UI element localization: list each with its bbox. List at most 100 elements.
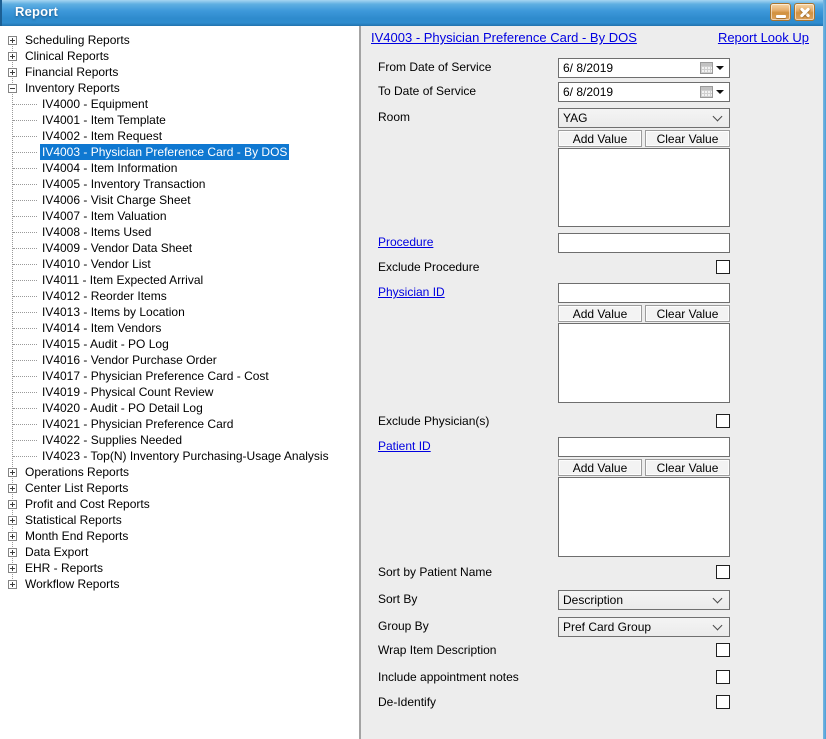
expand-plus-icon[interactable] [8,516,17,525]
minimize-icon [776,15,786,18]
tree-item[interactable]: IV4020 - Audit - PO Detail Log [0,400,359,416]
group-by-label: Group By [378,617,429,636]
expand-plus-icon[interactable] [8,52,17,61]
tree-connector-line [13,280,37,281]
tree-item-label: Profit and Cost Reports [23,496,152,512]
expand-plus-icon[interactable] [8,68,17,77]
room-dropdown[interactable]: YAG [558,108,730,128]
tree-item[interactable]: IV4019 - Physical Count Review [0,384,359,400]
from-date-picker[interactable]: 6/ 8/2019 [558,58,730,78]
tree-item[interactable]: IV4014 - Item Vendors [0,320,359,336]
sort-by-dropdown[interactable]: Description [558,590,730,610]
tree-item-label: IV4023 - Top(N) Inventory Purchasing-Usa… [40,448,331,464]
tree-item[interactable]: IV4011 - Item Expected Arrival [0,272,359,288]
tree-item[interactable]: EHR - Reports [0,560,359,576]
minimize-button[interactable] [770,3,791,21]
room-clear-value-button[interactable]: Clear Value [645,130,730,147]
group-by-value: Pref Card Group [559,620,651,634]
tree-item[interactable]: IV4021 - Physician Preference Card [0,416,359,432]
tree-connector-line [13,200,37,201]
tree-item[interactable]: Financial Reports [0,64,359,80]
collapse-minus-icon[interactable] [8,84,17,93]
tree-item[interactable]: Center List Reports [0,480,359,496]
tree-connector-line [13,136,37,137]
expand-plus-icon[interactable] [8,548,17,557]
title-bar: Report [0,0,826,26]
tree-item[interactable]: Inventory Reports [0,80,359,96]
dropdown-arrow-icon[interactable] [716,90,724,94]
tree-connector-line [13,392,37,393]
tree-item[interactable]: Statistical Reports [0,512,359,528]
window-title: Report [15,4,58,19]
tree-item[interactable]: IV4016 - Vendor Purchase Order [0,352,359,368]
expand-plus-icon[interactable] [8,580,17,589]
expand-plus-icon[interactable] [8,36,17,45]
patient-add-value-button[interactable]: Add Value [558,459,642,476]
tree-item-label: Statistical Reports [23,512,124,528]
tree-item[interactable]: Operations Reports [0,464,359,480]
physician-add-value-button[interactable]: Add Value [558,305,642,322]
sort-by-patient-name-checkbox[interactable] [716,565,730,579]
tree-item[interactable]: Data Export [0,544,359,560]
tree-item-label: Inventory Reports [23,80,122,96]
patient-id-input[interactable] [558,437,730,457]
include-appointment-notes-checkbox[interactable] [716,670,730,684]
expand-plus-icon[interactable] [8,564,17,573]
dropdown-arrow-icon[interactable] [716,66,724,70]
to-date-picker[interactable]: 6/ 8/2019 [558,82,730,102]
tree-item[interactable]: IV4000 - Equipment [0,96,359,112]
procedure-input[interactable] [558,233,730,253]
de-identify-checkbox[interactable] [716,695,730,709]
tree-item[interactable]: IV4013 - Items by Location [0,304,359,320]
tree-connector-line [13,168,37,169]
report-lookup-link[interactable]: Report Look Up [718,30,809,45]
room-selected-listbox[interactable] [558,148,730,227]
wrap-item-description-checkbox[interactable] [716,643,730,657]
expand-plus-icon[interactable] [8,500,17,509]
physician-id-input[interactable] [558,283,730,303]
report-title-link[interactable]: IV4003 - Physician Preference Card - By … [371,30,637,45]
expand-plus-icon[interactable] [8,468,17,477]
physician-id-link[interactable]: Physician ID [378,283,445,302]
tree-item-label: IV4021 - Physician Preference Card [40,416,235,432]
tree-item[interactable]: IV4023 - Top(N) Inventory Purchasing-Usa… [0,448,359,464]
patient-id-link[interactable]: Patient ID [378,437,431,456]
tree-item[interactable]: IV4022 - Supplies Needed [0,432,359,448]
tree-connector-line [13,376,37,377]
tree-item[interactable]: IV4015 - Audit - PO Log [0,336,359,352]
tree-item[interactable]: Clinical Reports [0,48,359,64]
expand-plus-icon[interactable] [8,532,17,541]
tree-item-label: IV4020 - Audit - PO Detail Log [40,400,205,416]
room-add-value-button[interactable]: Add Value [558,130,642,147]
tree-item[interactable]: Scheduling Reports [0,32,359,48]
to-date-value: 6/ 8/2019 [559,85,700,99]
close-button[interactable] [794,3,815,21]
tree-item[interactable]: IV4003 - Physician Preference Card - By … [0,144,359,160]
tree-item[interactable]: IV4007 - Item Valuation [0,208,359,224]
tree-item[interactable]: Workflow Reports [0,576,359,592]
tree-item[interactable]: IV4012 - Reorder Items [0,288,359,304]
tree-item[interactable]: IV4002 - Item Request [0,128,359,144]
tree-item[interactable]: IV4001 - Item Template [0,112,359,128]
physician-clear-value-button[interactable]: Clear Value [645,305,730,322]
chevron-down-icon [713,593,723,603]
room-value: YAG [559,111,587,125]
tree-item[interactable]: IV4010 - Vendor List [0,256,359,272]
tree-item[interactable]: IV4008 - Items Used [0,224,359,240]
patient-clear-value-button[interactable]: Clear Value [645,459,730,476]
expand-plus-icon[interactable] [8,484,17,493]
physician-selected-listbox[interactable] [558,323,730,403]
exclude-physician-checkbox[interactable] [716,414,730,428]
procedure-link[interactable]: Procedure [378,233,433,252]
exclude-procedure-checkbox[interactable] [716,260,730,274]
tree-item[interactable]: IV4009 - Vendor Data Sheet [0,240,359,256]
tree-item[interactable]: IV4004 - Item Information [0,160,359,176]
tree-item[interactable]: IV4017 - Physician Preference Card - Cos… [0,368,359,384]
tree-item[interactable]: IV4006 - Visit Charge Sheet [0,192,359,208]
group-by-dropdown[interactable]: Pref Card Group [558,617,730,637]
tree-item[interactable]: Month End Reports [0,528,359,544]
tree-item[interactable]: Profit and Cost Reports [0,496,359,512]
patient-selected-listbox[interactable] [558,477,730,557]
tree-item[interactable]: IV4005 - Inventory Transaction [0,176,359,192]
tree-item-label: IV4011 - Item Expected Arrival [40,272,205,288]
